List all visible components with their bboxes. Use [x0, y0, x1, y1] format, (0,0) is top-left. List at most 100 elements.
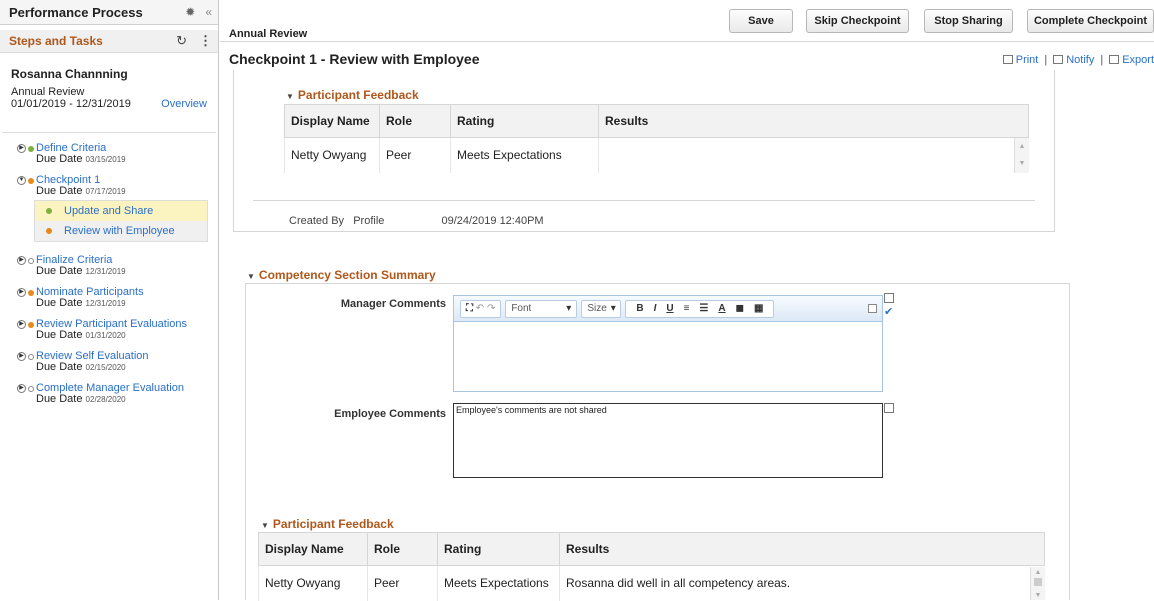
bullet-list-icon[interactable]: ☰: [699, 303, 708, 314]
collapse-toolbar-icon[interactable]: [868, 304, 877, 313]
cell-rating: Meets Expectations: [437, 565, 560, 601]
status-dot-icon: [28, 290, 34, 296]
steps-list: ▶ Define Criteria Due Date 03/15/2019 ▼ …: [0, 142, 218, 405]
main-content: Annual Review Save Skip Checkpoint Stop …: [220, 0, 1154, 601]
expand-icon[interactable]: ▶: [17, 384, 26, 393]
expand-icon[interactable]: ▶: [17, 352, 26, 361]
spellcheck-icon[interactable]: ✔: [884, 305, 893, 318]
feedback-table-top: Display Name Role Rating Results Netty O…: [284, 104, 1029, 173]
expand-icon[interactable]: ▶: [17, 320, 26, 329]
column-header: Results: [598, 104, 1029, 138]
export-link[interactable]: Export: [1122, 54, 1154, 66]
font-select-label: Font: [511, 303, 532, 314]
status-dot-icon: [28, 322, 34, 328]
steps-header: Steps and Tasks ↻ ⋮: [0, 30, 218, 53]
stop-sharing-button[interactable]: Stop Sharing: [924, 9, 1013, 33]
table-icon[interactable]: ▦: [754, 303, 763, 314]
expand-icon[interactable]: ▶: [17, 256, 26, 265]
due-label: Due Date: [36, 393, 83, 405]
results-scrollbar[interactable]: ▲ ▼: [1030, 567, 1045, 600]
status-dot-icon: [28, 146, 34, 152]
expand-icon[interactable]: ▶: [17, 144, 26, 153]
cell-role: Peer: [379, 137, 451, 173]
section-header[interactable]: ▼ Participant Feedback: [286, 88, 419, 102]
collapse-triangle-icon[interactable]: ▼: [261, 521, 269, 530]
table-row: Netty Owyang Peer Meets Expectations: [284, 137, 1029, 173]
print-link[interactable]: Print: [1016, 54, 1039, 66]
column-header: Role: [379, 104, 451, 138]
feedback-table-bottom: Display Name Role Rating Results Netty O…: [258, 532, 1045, 601]
maximize-icon[interactable]: ⛶ ↶ ↷: [460, 299, 502, 318]
status-dot-icon: [46, 208, 52, 214]
divider: [253, 200, 1035, 201]
step-checkpoint-1[interactable]: ▼ Checkpoint 1 Due Date 07/17/2019: [0, 174, 218, 197]
due-label: Due Date: [36, 185, 83, 197]
bg-color-icon[interactable]: ◼: [736, 303, 744, 314]
subtask-update-and-share[interactable]: Update and Share: [35, 201, 207, 221]
notify-icon: [1053, 55, 1064, 64]
review-period: 01/01/2019 - 12/31/2019: [11, 98, 131, 110]
expand-icon[interactable]: ▶: [17, 288, 26, 297]
section-header[interactable]: ▼ Competency Section Summary: [247, 268, 436, 282]
step-nominate-participants[interactable]: ▶ Nominate Participants Due Date 12/31/2…: [0, 286, 218, 309]
status-dot-icon: [46, 228, 52, 234]
gear-icon[interactable]: ✹: [185, 5, 195, 19]
due-label: Due Date: [36, 153, 83, 165]
save-button[interactable]: Save: [729, 9, 793, 33]
created-by-row: Created By Profile 09/24/2019 12:40PM: [289, 215, 544, 227]
font-select[interactable]: Font ▾: [505, 299, 578, 318]
created-by-label: Created By: [289, 215, 345, 227]
created-at: 09/24/2019 12:40PM: [441, 215, 544, 227]
created-by-value: Profile: [353, 215, 385, 227]
panel-title: Performance Process: [9, 4, 143, 20]
due-date: 02/15/2020: [85, 363, 126, 372]
collapse-triangle-icon[interactable]: ▼: [286, 92, 294, 101]
collapse-icon[interactable]: «: [205, 5, 212, 19]
step-finalize-criteria[interactable]: ▶ Finalize Criteria Due Date 12/31/2019: [0, 254, 218, 277]
refresh-icon[interactable]: ↻: [176, 33, 187, 49]
numbered-list-icon[interactable]: ≡: [684, 303, 690, 314]
column-header: Rating: [437, 532, 560, 566]
skip-checkpoint-button[interactable]: Skip Checkpoint: [806, 9, 909, 33]
step-define-criteria[interactable]: ▶ Define Criteria Due Date 03/15/2019: [0, 142, 218, 165]
employee-comments-label: Employee Comments: [334, 408, 446, 420]
due-label: Due Date: [36, 361, 83, 373]
expand-comments-icon[interactable]: [884, 403, 894, 413]
cell-role: Peer: [367, 565, 438, 601]
toolbar: Annual Review Save Skip Checkpoint Stop …: [220, 0, 1154, 42]
size-select[interactable]: Size ▾: [581, 299, 622, 318]
italic-icon[interactable]: I: [654, 303, 657, 314]
manager-comments-editor[interactable]: ⛶ ↶ ↷ Font ▾ Size ▾ B I U ≡ ☰ A ◼ ▦: [453, 295, 883, 392]
section-header[interactable]: ▼ Participant Feedback: [261, 517, 394, 531]
overview-link[interactable]: Overview: [161, 98, 207, 110]
print-icon: [1002, 55, 1013, 64]
subtask-label[interactable]: Update and Share: [64, 205, 153, 217]
export-icon: [1109, 55, 1120, 64]
due-label: Due Date: [36, 265, 83, 277]
employee-comments-field[interactable]: Employee's comments are not shared: [453, 403, 883, 478]
collapse-step-icon[interactable]: ▼: [17, 176, 26, 185]
text-color-icon[interactable]: A: [718, 303, 725, 314]
column-header: Role: [367, 532, 438, 566]
more-icon[interactable]: ⋮: [199, 33, 212, 49]
subtask-review-with-employee[interactable]: Review with Employee: [35, 221, 207, 241]
step-complete-manager-evaluation[interactable]: ▶ Complete Manager Evaluation Due Date 0…: [0, 382, 218, 405]
status-dot-icon: [28, 178, 34, 184]
underline-icon[interactable]: U: [666, 303, 673, 314]
due-label: Due Date: [36, 329, 83, 341]
bold-icon[interactable]: B: [636, 303, 643, 314]
step-review-self-evaluation[interactable]: ▶ Review Self Evaluation Due Date 02/15/…: [0, 350, 218, 373]
expand-editor-icon[interactable]: [884, 293, 894, 303]
results-scrollbar[interactable]: ▲ ▼: [1014, 138, 1029, 173]
step-review-participant-evaluations[interactable]: ▶ Review Participant Evaluations Due Dat…: [0, 318, 218, 341]
column-header: Results: [559, 532, 1045, 566]
section-title: Competency Section Summary: [258, 268, 436, 282]
collapse-triangle-icon[interactable]: ▼: [247, 272, 255, 281]
table-row: Netty Owyang Peer Meets Expectations Ros…: [258, 565, 1045, 601]
cell-results: [598, 137, 1029, 173]
subtask-label[interactable]: Review with Employee: [64, 225, 175, 237]
section-title: Participant Feedback: [272, 517, 394, 531]
complete-checkpoint-button[interactable]: Complete Checkpoint: [1027, 9, 1154, 33]
notify-link[interactable]: Notify: [1066, 54, 1094, 66]
format-group: B I U ≡ ☰ A ◼ ▦: [625, 299, 775, 318]
